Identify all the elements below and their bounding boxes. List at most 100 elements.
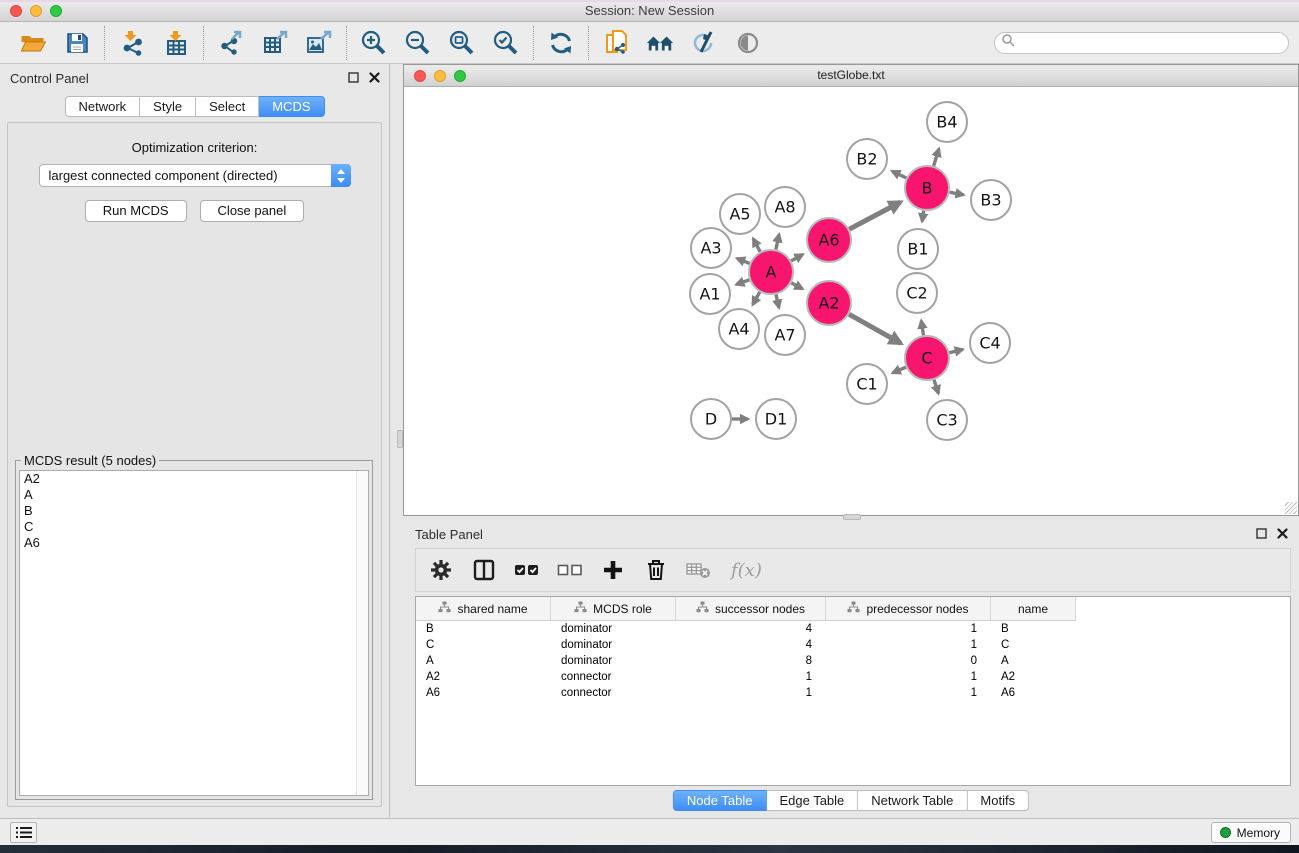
graph-node-C[interactable]: C	[905, 336, 949, 380]
search-input[interactable]	[1015, 34, 1288, 52]
deselect-all-icon[interactable]	[557, 557, 583, 583]
edge-A-A5[interactable]	[753, 239, 760, 252]
table-row[interactable]: Adominator80A	[416, 653, 1290, 669]
table-row[interactable]: A2connector11A2	[416, 669, 1290, 685]
table-cell[interactable]: 1	[676, 685, 826, 701]
edge-A-A3[interactable]	[737, 258, 750, 263]
table-cell[interactable]: 1	[826, 685, 991, 701]
edge-C-C3[interactable]	[934, 380, 938, 393]
new-network-from-selection-icon[interactable]	[602, 29, 630, 57]
edge-B-B4[interactable]	[934, 149, 939, 166]
graph-node-A2[interactable]: A2	[807, 281, 851, 325]
refresh-icon[interactable]	[547, 29, 575, 57]
tab-network-table[interactable]: Network Table	[858, 790, 967, 811]
function-builder-icon[interactable]: f(x)	[729, 557, 765, 583]
table-cell[interactable]: C	[991, 637, 1076, 653]
graph-node-B4[interactable]: B4	[927, 102, 967, 142]
graph-node-D[interactable]: D	[691, 399, 731, 439]
table-cell[interactable]: A	[416, 653, 551, 669]
table-cell[interactable]: C	[416, 637, 551, 653]
table-cell[interactable]: 1	[826, 637, 991, 653]
table-cell[interactable]: A2	[416, 669, 551, 685]
mcds-result-item[interactable]: B	[20, 503, 368, 519]
criterion-dropdown[interactable]: largest connected component (directed)	[39, 164, 351, 187]
graph-node-A4[interactable]: A4	[719, 309, 759, 349]
table-cell[interactable]: 8	[676, 653, 826, 669]
edge-B-B3[interactable]	[950, 192, 964, 195]
table-cell[interactable]: 0	[826, 653, 991, 669]
column-header-successor-nodes[interactable]: successor nodes	[676, 597, 826, 621]
column-header-predecessor-nodes[interactable]: predecessor nodes	[826, 597, 991, 621]
table-cell[interactable]: B	[416, 621, 551, 637]
table-cell[interactable]: 1	[826, 669, 991, 685]
table-cell[interactable]: 4	[676, 621, 826, 637]
float-panel-icon[interactable]	[347, 71, 360, 84]
edge-A-A2[interactable]	[791, 283, 802, 289]
graph-node-C2[interactable]: C2	[897, 273, 937, 313]
network-graph[interactable]: B4B2BB3A8A5A6A3B1AA1C2A2A4A7C4CC1C3DD1	[404, 88, 1298, 515]
table-cell[interactable]: B	[991, 621, 1076, 637]
graph-node-C1[interactable]: C1	[847, 364, 887, 404]
network-window-titlebar[interactable]: testGlobe.txt	[404, 65, 1298, 87]
open-session-icon[interactable]	[19, 29, 47, 57]
table-cell[interactable]: A2	[991, 669, 1076, 685]
edge-C-C2[interactable]	[921, 321, 923, 336]
edge-A-A6[interactable]	[791, 254, 803, 260]
table-cell[interactable]: dominator	[551, 653, 676, 669]
graph-node-C3[interactable]: C3	[927, 400, 967, 440]
zoom-selected-icon[interactable]	[492, 29, 520, 57]
table-cell[interactable]: A6	[416, 685, 551, 701]
search-field[interactable]	[994, 32, 1289, 54]
edge-C-C1[interactable]	[893, 367, 906, 373]
add-column-icon[interactable]	[600, 557, 626, 583]
export-image-icon[interactable]	[305, 29, 333, 57]
table-row[interactable]: Bdominator41B	[416, 621, 1290, 637]
export-table-icon[interactable]	[261, 29, 289, 57]
tab-node-table[interactable]: Node Table	[673, 790, 767, 811]
edge-A-A8[interactable]	[776, 234, 779, 249]
table-cell[interactable]: 1	[676, 669, 826, 685]
export-network-icon[interactable]	[217, 29, 245, 57]
table-cell[interactable]: 4	[676, 637, 826, 653]
graph-node-A3[interactable]: A3	[691, 228, 731, 268]
mcds-result-list[interactable]: A2ABCA6	[19, 470, 369, 796]
first-neighbors-icon[interactable]	[646, 29, 674, 57]
graph-node-B2[interactable]: B2	[847, 139, 887, 179]
select-all-icon[interactable]	[514, 557, 540, 583]
panel-splitter-handle[interactable]	[397, 430, 403, 448]
column-header-MCDS-role[interactable]: MCDS role	[551, 597, 676, 621]
network-canvas[interactable]: B4B2BB3A8A5A6A3B1AA1C2A2A4A7C4CC1C3DD1	[404, 88, 1298, 515]
tab-mcds[interactable]: MCDS	[259, 96, 324, 117]
edge-C-C4[interactable]	[949, 349, 962, 352]
graph-node-A1[interactable]: A1	[690, 274, 730, 314]
graph-node-A8[interactable]: A8	[765, 187, 805, 227]
memory-button[interactable]: Memory	[1211, 822, 1291, 843]
show-graphics-details-icon[interactable]	[734, 29, 762, 57]
zoom-fit-icon[interactable]	[448, 29, 476, 57]
close-table-panel-icon[interactable]	[1276, 527, 1289, 540]
delete-table-icon[interactable]	[686, 557, 712, 583]
table-cell[interactable]: A	[991, 653, 1076, 669]
mcds-result-item[interactable]: A6	[20, 535, 368, 551]
mcds-list-scrollbar[interactable]	[356, 471, 368, 795]
graph-node-A[interactable]: A	[749, 250, 793, 294]
save-session-icon[interactable]	[63, 29, 91, 57]
table-row[interactable]: Cdominator41C	[416, 637, 1290, 653]
edge-B-B1[interactable]	[922, 211, 924, 222]
table-row[interactable]: A6connector11A6	[416, 685, 1290, 701]
mcds-result-item[interactable]: A2	[20, 471, 368, 487]
graph-node-B1[interactable]: B1	[898, 229, 938, 269]
table-cell[interactable]: 1	[826, 621, 991, 637]
graph-node-A5[interactable]: A5	[720, 194, 760, 234]
panel-list-button[interactable]	[10, 822, 37, 843]
tab-network[interactable]: Network	[64, 96, 140, 117]
edge-A-A7[interactable]	[776, 294, 779, 307]
mcds-result-item[interactable]: C	[20, 519, 368, 535]
graph-node-C4[interactable]: C4	[970, 323, 1010, 363]
column-header-name[interactable]: name	[991, 597, 1076, 621]
resize-grip[interactable]	[1285, 502, 1297, 514]
zoom-out-icon[interactable]	[404, 29, 432, 57]
graph-node-B[interactable]: B	[905, 166, 949, 210]
table-settings-icon[interactable]	[428, 557, 454, 583]
graph-node-D1[interactable]: D1	[756, 399, 796, 439]
